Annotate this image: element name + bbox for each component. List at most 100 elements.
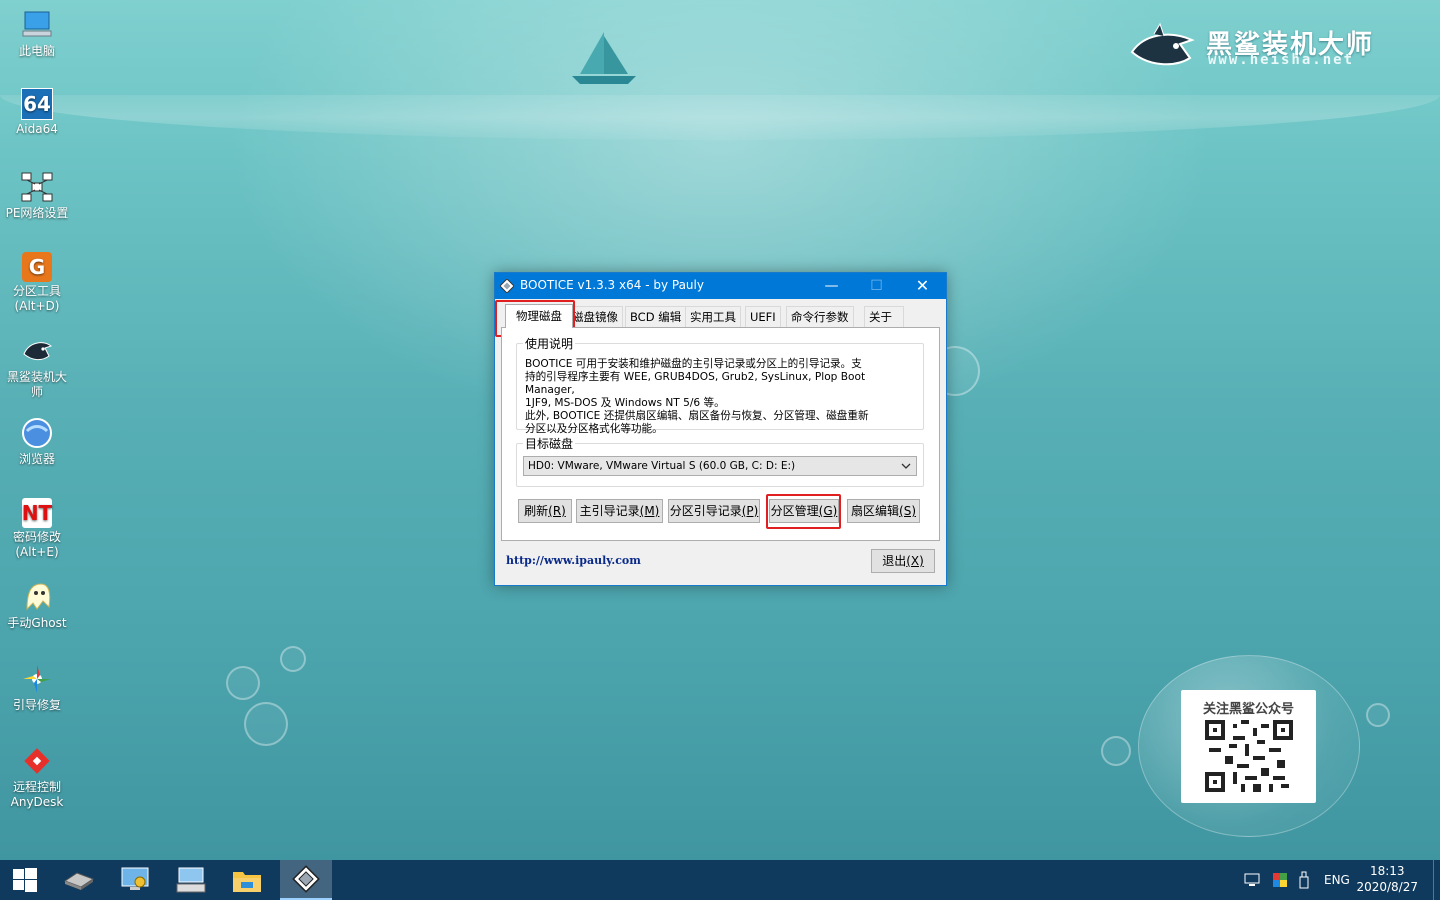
bubble <box>244 702 288 746</box>
usb-device-icon[interactable] <box>1298 871 1310 889</box>
desktop-icon-anydesk[interactable]: 远程控制 AnyDesk <box>2 744 72 810</box>
desktop-icon-boot-repair[interactable]: 引导修复 <box>2 662 72 713</box>
ghost-icon <box>20 580 54 614</box>
keyboard-icon <box>176 867 206 893</box>
desktop-icon-label: Aida64 <box>16 122 58 136</box>
desktop-icon-partition-tool[interactable]: G 分区工具 (Alt+D) <box>2 252 72 314</box>
desktop-icon-label: 密码修改 (Alt+E) <box>12 530 61 559</box>
window-title: BOOTICE v1.3.3 x64 - by Pauly <box>520 278 704 292</box>
computer-icon <box>20 8 54 42</box>
desktop-icon-pe-network[interactable]: PE网络设置 <box>2 170 72 221</box>
network-status-icon[interactable] <box>1244 872 1262 888</box>
show-desktop-button[interactable] <box>1433 860 1440 900</box>
start-button[interactable] <box>0 860 50 900</box>
taskbar-clock[interactable]: 18:13 2020/8/27 <box>1356 863 1418 895</box>
shark-icon <box>20 334 54 368</box>
desktop-icon-browser[interactable]: 浏览器 <box>2 416 72 467</box>
refresh-button-label: 刷新 <box>524 504 549 518</box>
boot-repair-icon <box>20 662 54 696</box>
desktop-icon-label: 浏览器 <box>18 452 55 466</box>
exit-button-key: (X) <box>906 554 924 568</box>
language-indicator[interactable]: ENG <box>1324 873 1350 887</box>
bootice-icon <box>292 865 320 893</box>
water-surface <box>0 95 1440 140</box>
target-disk-value: HD0: VMware, VMware Virtual S (60.0 GB, … <box>528 460 796 472</box>
parts-manage-button-label: 分区管理 <box>770 504 819 518</box>
taskbar-drive[interactable] <box>54 860 104 900</box>
usage-text: BOOTICE 可用于安装和维护磁盘的主引导记录或分区上的引导记录。支 持的引导… <box>525 358 869 435</box>
tab-bcd-edit[interactable]: BCD 编辑 <box>625 306 687 327</box>
tab-disk-image[interactable]: 磁盘镜像 <box>567 306 623 327</box>
desktop-icon-label: 引导修复 <box>12 698 61 712</box>
shark-logo-icon <box>1130 22 1195 66</box>
bootice-window: BOOTICE v1.3.3 x64 - by Pauly — ☐ ✕ 物理磁盘… <box>494 272 947 586</box>
qr-card: 关注黑鲨公众号 <box>1181 690 1316 803</box>
qr-title: 关注黑鲨公众号 <box>1202 702 1294 717</box>
file-explorer-icon <box>233 872 261 892</box>
refresh-button[interactable]: 刷新(R) <box>518 499 572 523</box>
target-disk-label: 目标磁盘 <box>523 435 576 452</box>
sector-edit-button-key: (S) <box>899 504 916 518</box>
close-button[interactable]: ✕ <box>900 273 945 299</box>
chevron-down-icon <box>901 463 911 469</box>
color-display-icon[interactable] <box>1272 872 1288 888</box>
usage-group: 使用说明 BOOTICE 可用于安装和维护磁盘的主引导记录或分区上的引导记录。支… <box>516 335 924 435</box>
sailboat-decoration <box>572 32 636 84</box>
exit-button[interactable]: 退出(X) <box>871 549 935 573</box>
desktop-icon-label: 远程控制 AnyDesk <box>10 780 64 809</box>
bubble <box>1101 736 1131 766</box>
refresh-button-key: (R) <box>548 504 566 518</box>
desktop-icon-heisha[interactable]: 黑鲨装机大师 <box>2 334 72 400</box>
drive-icon <box>63 872 95 890</box>
desktop-icon-label: 分区工具 (Alt+D) <box>12 284 61 313</box>
target-disk-select[interactable]: HD0: VMware, VMware Virtual S (60.0 GB, … <box>523 456 917 476</box>
partition-tool-icon: G <box>22 252 52 282</box>
taskbar-bootice[interactable] <box>280 860 332 900</box>
anydesk-icon <box>20 744 54 778</box>
tab-utilities[interactable]: 实用工具 <box>685 306 741 327</box>
pbr-button-label: 分区引导记录 <box>669 504 742 518</box>
desktop-icon-aida64[interactable]: 64 Aida64 <box>2 88 72 137</box>
computer-settings-icon <box>121 867 149 890</box>
bootice-app-icon <box>500 279 514 293</box>
clock-time: 18:13 <box>1369 864 1405 878</box>
usage-label: 使用说明 <box>523 335 576 352</box>
clock-date: 2020/8/27 <box>1356 880 1418 894</box>
password-icon-badge: NT <box>21 500 53 525</box>
brand-url: www.heisha.net <box>1208 52 1355 68</box>
window-titlebar[interactable]: BOOTICE v1.3.3 x64 - by Pauly — ☐ ✕ <box>495 273 946 299</box>
start-icon <box>13 868 37 892</box>
qr-code-image <box>1205 720 1293 792</box>
tab-uefi[interactable]: UEFI <box>745 306 781 327</box>
pbr-button-key: (P) <box>741 504 759 518</box>
parts-manage-button[interactable]: 分区管理(G) <box>769 499 839 523</box>
taskbar-keyboard[interactable] <box>166 860 216 900</box>
brand-logo: 黑鲨装机大师 www.heisha.net <box>1130 22 1400 78</box>
tab-command-line[interactable]: 命令行参数 <box>786 306 854 327</box>
tab-physical-disk[interactable]: 物理磁盘 <box>505 304 573 328</box>
mbr-button-label: 主引导记录 <box>579 504 640 518</box>
desktop-icon-ghost[interactable]: 手动Ghost <box>2 580 72 631</box>
desktop-icon-label: 黑鲨装机大师 <box>6 370 67 399</box>
pbr-button[interactable]: 分区引导记录(P) <box>668 499 760 523</box>
tab-about[interactable]: 关于 <box>864 306 904 327</box>
minimize-button[interactable]: — <box>809 273 854 299</box>
desktop-icon-label: 此电脑 <box>18 44 55 58</box>
browser-icon <box>20 416 54 450</box>
desktop-icon-password[interactable]: NT 密码修改 (Alt+E) <box>2 498 72 560</box>
ipauly-link[interactable]: http://www.ipauly.com <box>506 554 641 567</box>
taskbar: ENG 18:13 2020/8/27 <box>0 860 1440 900</box>
maximize-button[interactable]: ☐ <box>854 273 899 299</box>
taskbar-computer-settings[interactable] <box>110 860 160 900</box>
bubble <box>226 666 260 700</box>
mbr-button[interactable]: 主引导记录(M) <box>576 499 663 523</box>
desktop-icon-this-pc[interactable]: 此电脑 <box>2 8 72 59</box>
sector-edit-button-label: 扇区编辑 <box>851 504 900 518</box>
sector-edit-button[interactable]: 扇区编辑(S) <box>847 499 920 523</box>
bubble <box>1366 703 1390 727</box>
desktop-icon-label: 手动Ghost <box>7 616 67 630</box>
mbr-button-key: (M) <box>639 504 660 518</box>
bubble <box>280 646 306 672</box>
aida64-icon: 64 <box>21 88 53 120</box>
taskbar-file-explorer[interactable] <box>222 860 272 900</box>
